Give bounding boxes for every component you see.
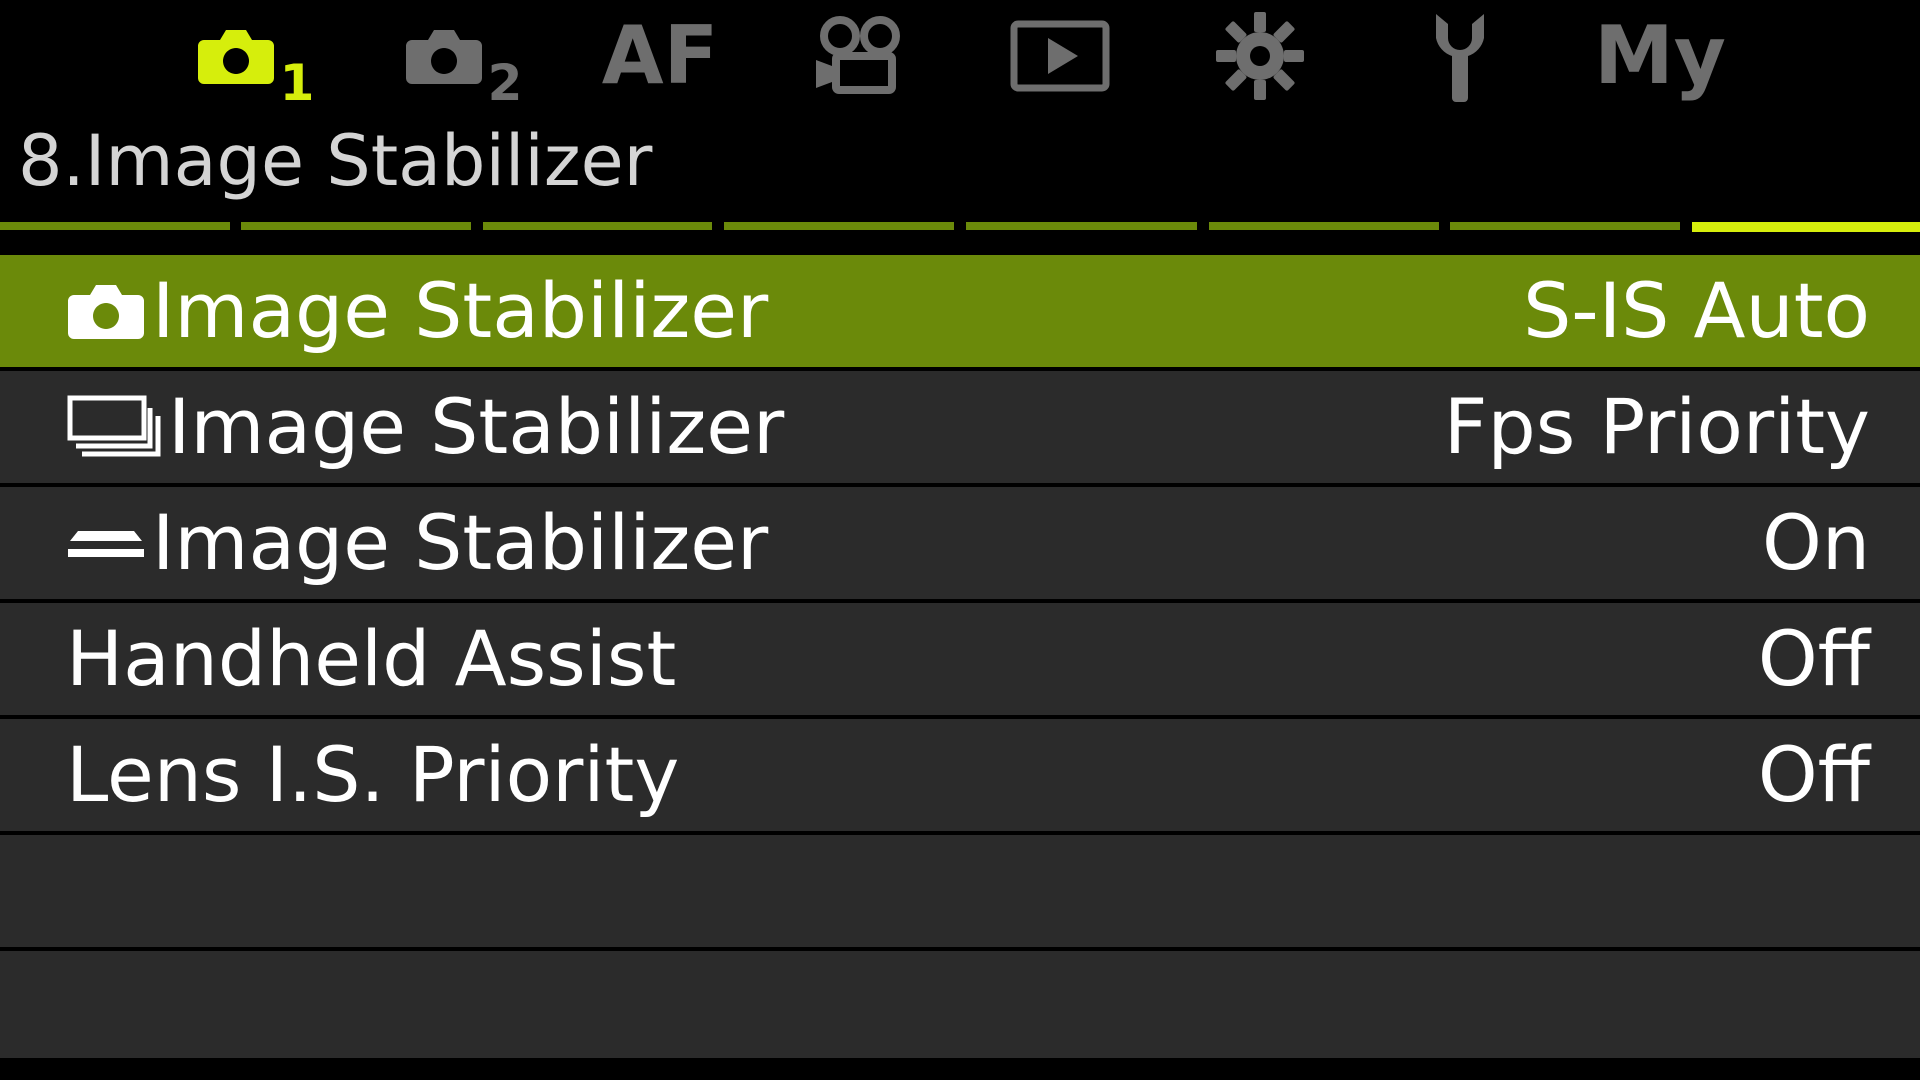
tab-af[interactable]: AF <box>600 4 720 108</box>
page-indicator-segment <box>1450 222 1680 230</box>
tab-playback[interactable] <box>1005 4 1115 108</box>
tab-shooting-2-index: 2 <box>487 54 523 112</box>
tab-setup[interactable] <box>1410 4 1510 108</box>
tab-shooting-1[interactable]: 1 <box>180 4 330 108</box>
tab-shooting-1-index: 1 <box>279 54 315 112</box>
menu-item-label: Image Stabilizer <box>152 498 769 587</box>
menu-item-label: Image Stabilizer <box>152 266 769 355</box>
menu-empty-row <box>0 835 1920 947</box>
menu-item-label: Lens I.S. Priority <box>66 730 680 819</box>
tab-shooting-2[interactable]: 2 <box>398 4 528 108</box>
page-indicator-segment <box>724 222 954 230</box>
menu-list: Image Stabilizer S-IS Auto Image Stabili… <box>0 255 1920 1067</box>
menu-item-sequential-image-stabilizer[interactable]: Image Stabilizer Fps Priority <box>0 371 1920 483</box>
menu-item-value: On <box>1762 498 1870 587</box>
tab-my-menu-label: My <box>1594 9 1726 102</box>
tab-custom[interactable] <box>1205 4 1315 108</box>
movie-camera-icon <box>812 16 908 96</box>
menu-item-value: S-IS Auto <box>1523 266 1870 355</box>
camera-icon <box>404 26 484 86</box>
bottom-border <box>0 1058 1920 1080</box>
menu-empty-row <box>0 951 1920 1063</box>
tab-video[interactable] <box>805 4 915 108</box>
page-indicator <box>0 222 1920 232</box>
wrench-icon <box>1430 8 1490 104</box>
menu-item-value: Off <box>1757 614 1870 703</box>
tab-af-label: AF <box>601 9 719 102</box>
menu-item-value: Fps Priority <box>1443 382 1870 471</box>
menu-item-handheld-assist[interactable]: Handheld Assist Off <box>0 603 1920 715</box>
page-indicator-segment-current <box>1692 222 1920 232</box>
page-indicator-segment <box>0 222 230 230</box>
page-indicator-segment <box>966 222 1197 230</box>
half-press-icon <box>66 523 146 563</box>
page-indicator-segment <box>483 222 712 230</box>
page-indicator-segment <box>241 222 471 230</box>
gear-icon <box>1212 8 1308 104</box>
menu-item-still-image-stabilizer[interactable]: Image Stabilizer S-IS Auto <box>0 255 1920 367</box>
menu-item-half-press-image-stabilizer[interactable]: Image Stabilizer On <box>0 487 1920 599</box>
page-indicator-segment <box>1209 222 1439 230</box>
sequential-shooting-icon <box>66 394 162 460</box>
menu-tab-bar: 1 2 AF My <box>0 0 1920 112</box>
camera-icon <box>196 26 276 86</box>
play-icon <box>1010 20 1110 92</box>
menu-item-label: Handheld Assist <box>66 614 677 703</box>
camera-icon <box>66 281 146 341</box>
page-title: 8.Image Stabilizer <box>18 120 653 202</box>
menu-item-lens-is-priority[interactable]: Lens I.S. Priority Off <box>0 719 1920 831</box>
menu-item-value: Off <box>1757 730 1870 819</box>
tab-my-menu[interactable]: My <box>1594 4 1726 108</box>
menu-item-label: Image Stabilizer <box>168 382 785 471</box>
